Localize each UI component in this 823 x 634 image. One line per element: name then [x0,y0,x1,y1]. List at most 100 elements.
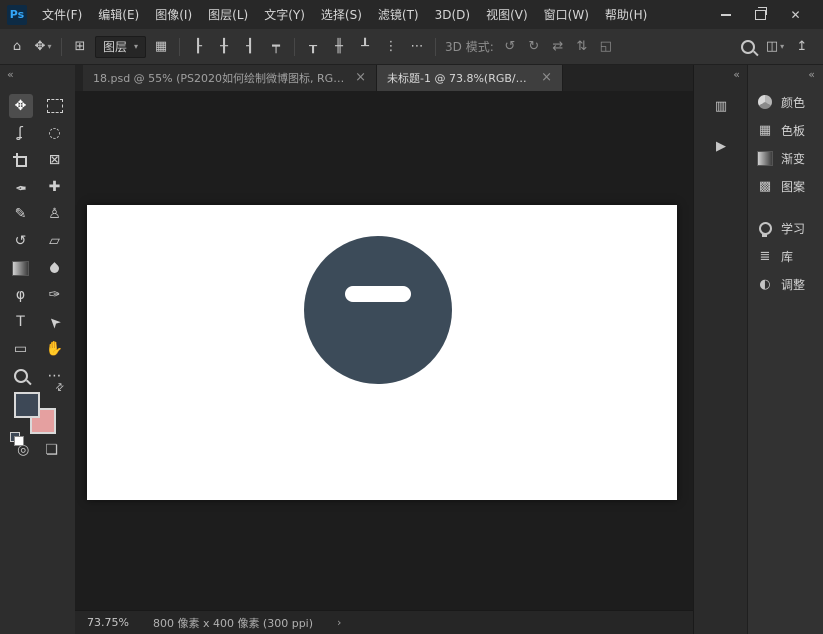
patterns-icon: ▩ [757,180,773,193]
status-chevron-icon[interactable]: › [337,616,341,629]
collapsed-panel-dock: « ▥ ▶ [693,64,748,634]
panel-item-learn[interactable]: 学习 [748,214,823,242]
menu-edit[interactable]: 编辑(E) [90,0,147,29]
menu-help[interactable]: 帮助(H) [597,0,655,29]
right-panel: « 颜色▦色板渐变▩图案学习 ≣库◐调整 [747,64,823,634]
3d-orbit-icon[interactable]: ↺ [500,35,520,59]
align-center-horizontal-icon[interactable]: ╂ [213,35,235,59]
align-left-icon[interactable]: ┠ [187,35,209,59]
eraser-tool[interactable]: ▱ [43,229,67,253]
minimize-button[interactable] [708,0,743,29]
menu-window[interactable]: 窗口(W) [536,0,597,29]
move-tool[interactable]: ✥ [9,94,33,118]
pen-tool[interactable]: ✑ [43,283,67,307]
rectangle-tool[interactable]: ▭ [9,337,33,361]
history-brush-tool[interactable]: ↺ [9,229,33,253]
menu-layer[interactable]: 图层(L) [200,0,256,29]
properties-panel-icon[interactable]: ▥ [709,94,733,118]
canvas-pasteboard [75,91,693,610]
3d-roll-icon[interactable]: ↻ [524,35,544,59]
chevron-down-icon: ▾ [780,42,784,51]
status-bar: 73.75% 800 像素 x 400 像素 (300 ppi) › [75,610,693,634]
expand-dock-icon[interactable]: « [694,64,748,86]
object-selection-tool[interactable]: ◌ [43,121,67,145]
swatches-icon: ▦ [757,124,773,137]
menu-file[interactable]: 文件(F) [34,0,90,29]
more-align-options-icon[interactable]: ⋯ [406,35,428,59]
document-tab-bar: 18.psd @ 55% (PS2020如何绘制微博图标, RGB/8) *×未… [75,64,693,91]
adjustments-icon: ◐ [757,278,773,291]
dodge-tool[interactable]: φ [9,283,33,307]
panel-item-label: 学习 [781,220,805,237]
menu-view[interactable]: 视图(V) [478,0,536,29]
foreground-color-swatch[interactable] [14,392,40,418]
menu-image[interactable]: 图像(I) [147,0,200,29]
workspace-switcher-icon[interactable]: ◫▾ [764,35,786,59]
panel-item-libraries[interactable]: ≣库 [748,242,823,270]
home-icon[interactable]: ⌂ [6,35,28,59]
gradient-tool[interactable] [9,256,33,280]
options-separator [435,38,436,56]
auto-select-icon[interactable]: ⊞ [69,35,91,59]
3d-pan-icon[interactable]: ⇄ [548,35,568,59]
libraries-icon: ≣ [757,250,773,263]
panel-item-color[interactable]: 颜色 [748,88,823,116]
collapse-panel-icon[interactable]: « [748,64,823,88]
screen-mode-button[interactable]: ❏ [45,442,58,458]
menu-filter[interactable]: 滤镜(T) [370,0,427,29]
tool-grid: ✥ʆ◌⊠✒✚✎♙↺▱φ✑T➤▭✋⋯ [0,86,75,388]
blur-tool[interactable] [43,256,67,280]
circle-shape [304,236,452,384]
align-right-icon[interactable]: ┨ [239,35,261,59]
search-icon[interactable] [737,35,759,59]
transform-controls-icon[interactable]: ▦ [150,35,172,59]
healing-brush-tool[interactable]: ✚ [43,175,67,199]
close-button[interactable]: ✕ [778,0,813,29]
crop-tool[interactable] [9,148,33,172]
distribute-vertical-center-icon[interactable]: ╫ [328,35,350,59]
menu-3d[interactable]: 3D(D) [427,0,478,29]
share-image-icon[interactable]: ↥ [791,35,813,59]
rectangular-marquee-tool[interactable] [43,94,67,118]
type-tool[interactable]: T [9,310,33,334]
document-tab-2[interactable]: 未标题-1 @ 73.8%(RGB/8) *× [377,64,563,91]
3d-scale-icon[interactable]: ◱ [596,35,616,59]
zoom-level-field[interactable]: 73.75% [87,616,129,629]
brush-tool[interactable]: ✎ [9,202,33,226]
actions-panel-icon[interactable]: ▶ [709,134,733,158]
menu-type[interactable]: 文字(Y) [256,0,313,29]
panel-item-gradients[interactable]: 渐变 [748,144,823,172]
document-canvas[interactable] [87,205,677,500]
panel-item-swatches[interactable]: ▦色板 [748,116,823,144]
move-tool-preset-icon[interactable]: ✥▾ [32,35,54,59]
distribute-top-icon[interactable]: ┰ [302,35,324,59]
tab-close-icon[interactable]: × [355,70,366,85]
distribute-options-icon[interactable]: ⋮ [380,35,402,59]
auto-select-layer-dropdown[interactable]: 图层▾ [95,36,146,58]
frame-tool[interactable]: ⊠ [43,148,67,172]
clone-stamp-tool[interactable]: ♙ [43,202,67,226]
hand-tool[interactable]: ✋ [43,337,67,361]
tool-options-bar: ⌂✥▾ ⊞图层▾▦ ┠╂┨┯ ┰╫┸⋮⋯ 3D 模式: ↺↻⇄⇅◱ ◫▾↥ [0,29,823,65]
eyedropper-tool[interactable]: ✒ [9,175,33,199]
panel-item-adjustments[interactable]: ◐调整 [748,270,823,298]
document-info: 800 像素 x 400 像素 (300 ppi) [153,615,313,631]
distribute-bottom-icon[interactable]: ┸ [354,35,376,59]
menu-select[interactable]: 选择(S) [313,0,370,29]
3d-slide-icon[interactable]: ⇅ [572,35,592,59]
tab-close-icon[interactable]: × [541,70,552,85]
document-tab-1[interactable]: 18.psd @ 55% (PS2020如何绘制微博图标, RGB/8) *× [83,64,377,91]
restore-button[interactable] [743,0,778,29]
options-separator [61,38,62,56]
zoom-tool[interactable] [9,364,33,388]
collapse-toolbar-icon[interactable]: « [0,64,75,86]
default-colors-icon[interactable] [10,432,20,442]
panel-item-patterns[interactable]: ▩图案 [748,172,823,200]
3d-mode-label: 3D 模式: [445,38,494,55]
panel-item-list: 颜色▦色板渐变▩图案学习 ≣库◐调整 [748,88,823,298]
lasso-tool[interactable]: ʆ [9,121,33,145]
path-selection-tool[interactable]: ➤ [43,310,67,334]
menu-list: 文件(F)编辑(E)图像(I)图层(L)文字(Y)选择(S)滤镜(T)3D(D)… [34,0,715,29]
align-top-icon[interactable]: ┯ [265,35,287,59]
minimize-icon [721,14,731,16]
